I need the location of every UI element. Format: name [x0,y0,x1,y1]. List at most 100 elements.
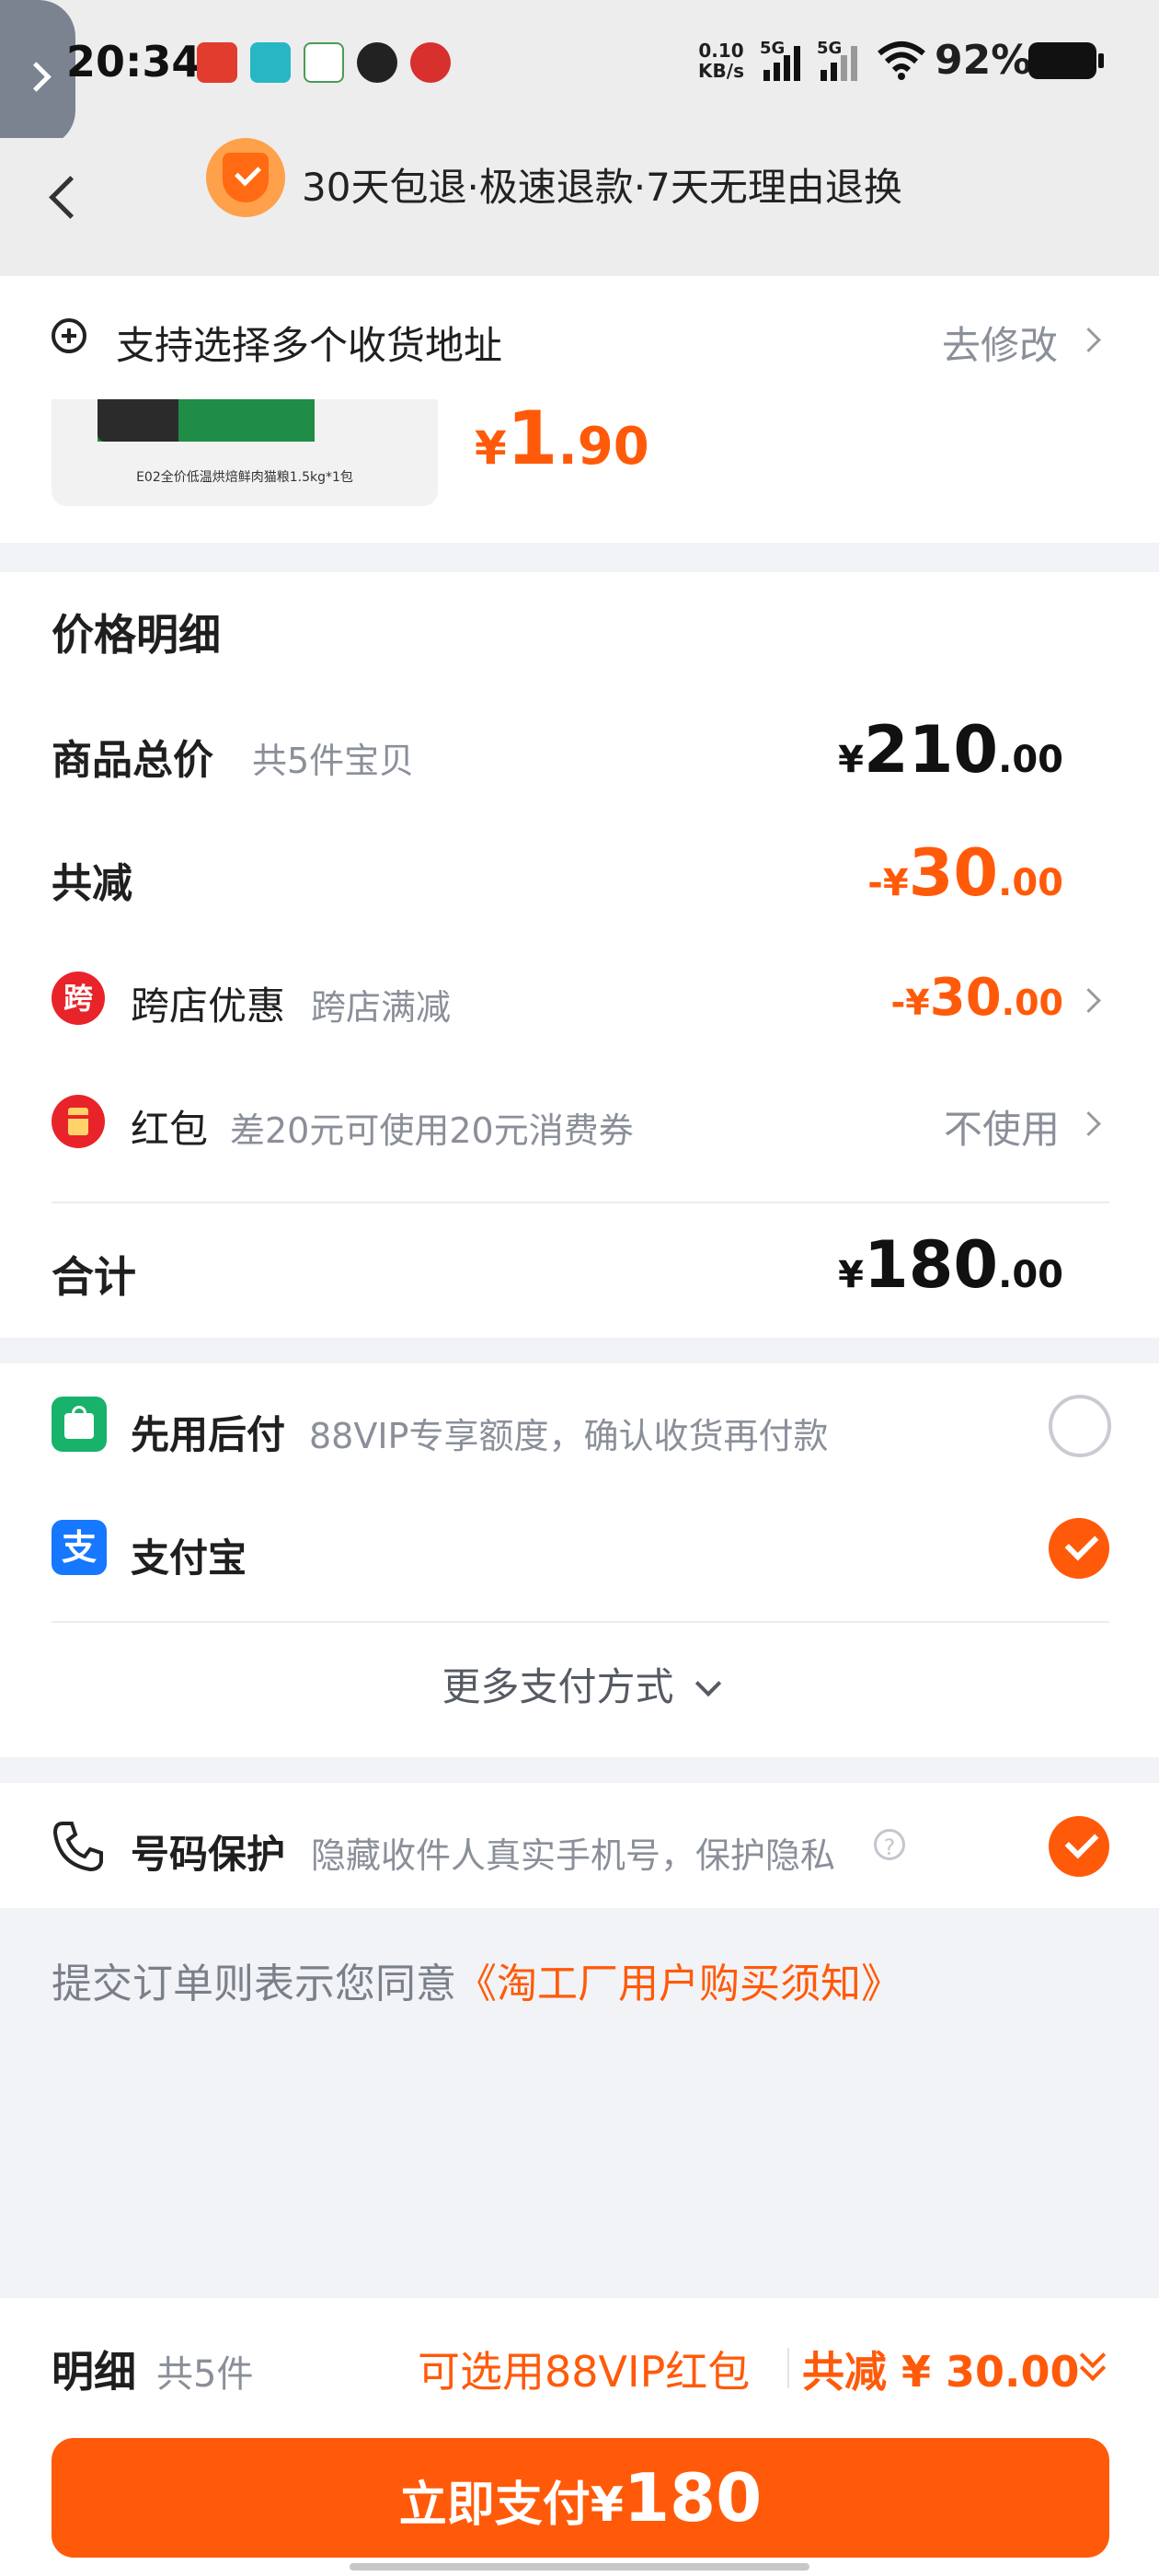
signal-bars-icon [820,46,857,81]
cross-store-int: 30 [929,968,1002,1028]
cross-store-label: 跨店优惠 [131,983,286,1029]
battery-percent: 92% [935,37,1032,84]
goods-total-dec: .00 [998,739,1063,781]
shield-check-icon [206,138,285,217]
address-product-card: 支持选择多个收货地址 去修改 E02全价低温烘焙鲜肉猫粮1.5kg*1包 ¥1.… [0,276,1159,543]
total-int: 180 [864,1227,999,1303]
chevron-right-icon [1076,328,1101,352]
product-name: E02全价低温烘焙鲜肉猫粮1.5kg*1包 [136,470,353,485]
price-detail-card: 价格明细 商品总价 共5件宝贝 ¥210.00 共减 -¥30.00 跨 跨店优… [0,572,1159,1338]
product-price-symbol: ¥ [475,421,507,475]
chevron-down-icon [694,1670,721,1697]
net-speed: 0.10 KB/s [694,40,749,81]
product-thumbnail[interactable]: E02全价低温烘焙鲜肉猫粮1.5kg*1包 [52,399,438,506]
pay-later-icon [52,1397,107,1452]
wechat-icon [357,42,397,83]
discount-label: 共减 [52,860,132,907]
redpacket-label: 红包 [131,1107,209,1152]
goods-count: 共5件宝贝 [252,741,415,781]
discount-int: 30 [908,835,999,911]
divider [52,1202,1109,1203]
app-icon-1 [197,42,237,83]
alipay-radio-checked[interactable] [1049,1518,1109,1579]
goods-total-value: ¥210.00 [838,712,1063,788]
pay-later-label: 先用后付 [131,1412,286,1457]
app-icon-2 [250,42,291,83]
wifi-icon [878,41,925,80]
discount-symbol: -¥ [867,862,909,904]
detail-label[interactable]: 明细 [52,2339,136,2399]
net-speed-unit: KB/s [698,60,744,82]
chevron-right-icon [1076,1111,1101,1136]
cross-store-symbol: -¥ [890,983,930,1023]
vip-redpacket-option[interactable]: 可选用88VIP红包 [418,2339,750,2399]
alipay-label: 支付宝 [131,1535,247,1581]
redpacket-icon [52,1095,105,1148]
pay-later-radio[interactable] [1049,1395,1111,1457]
pay-now-label: 立即支付 [398,2478,591,2533]
redpacket-row[interactable]: 红包 差20元可使用20元消费券 不使用 [0,1064,1159,1174]
cross-store-row[interactable]: 跨 跨店优惠 跨店满减 -¥30.00 [0,940,1159,1051]
cross-store-icon: 跨 [52,972,105,1025]
product-price-int: 1 [506,396,558,481]
modify-address-link[interactable]: 去修改 [942,315,1058,371]
multi-address-label: 支持选择多个收货地址 [116,323,503,368]
goods-total-symbol: ¥ [838,739,865,781]
add-circle-icon [52,318,86,353]
back-arrow-icon [49,176,92,219]
net-speed-value: 0.10 [698,40,744,62]
agreement-link[interactable]: 《淘工厂用户购买须知》 [456,1961,901,2007]
status-bar: 20:34 0.10 KB/s 5G 5G 92% [0,0,1159,147]
divider [52,1621,1109,1623]
cross-store-value: -¥30.00 [891,968,1063,1028]
total-label: 合计 [52,1252,136,1302]
detail-count: 共5件 [156,2353,254,2396]
total-value: ¥180.00 [838,1227,1063,1303]
product-price: ¥1.90 [475,396,649,481]
signal-2: 5G [817,39,868,83]
redpacket-sub: 差20元可使用20元消费券 [230,1110,634,1151]
payment-card: 先用后付 88VIP专享额度，确认收货再付款 支 支付宝 更多支付方式 [0,1363,1159,1757]
alipay-option[interactable]: 支 支付宝 [0,1487,1159,1610]
product-price-dec: .90 [557,417,649,477]
discount-value: -¥30.00 [867,835,1063,911]
agreement-text: 提交订单则表示您同意《淘工厂用户购买须知》 [52,1950,901,2009]
footer-total-discount[interactable]: 共减 ¥ 30.00 [802,2339,1080,2399]
status-time: 20:34 [66,37,201,86]
privacy-sub: 隐藏收件人真实手机号，保护隐私 [311,1835,836,1876]
redpacket-action: 不使用 [944,1107,1061,1152]
app-notification-icons [197,42,451,83]
checkout-footer: 明细 共5件 可选用88VIP红包 共减 ¥ 30.00 立即支付¥180 [0,2298,1159,2576]
battery-icon [1028,42,1096,79]
pay-now-button[interactable]: 立即支付¥180 [52,2438,1109,2558]
phone-icon [52,1822,103,1872]
more-payment-label: 更多支付方式 [442,1664,674,1709]
pay-now-symbol: ¥ [590,2478,624,2533]
pay-later-sub: 88VIP专享额度，确认收货再付款 [309,1416,829,1456]
pay-later-option[interactable]: 先用后付 88VIP专享额度，确认收货再付款 [0,1363,1159,1487]
total-symbol: ¥ [838,1254,865,1296]
back-button[interactable] [37,164,92,228]
signal-bars-icon [763,46,800,81]
price-detail-title: 价格明细 [52,610,221,660]
cross-store-dec: .00 [1001,983,1063,1023]
double-chevron-down-icon[interactable] [1074,2341,1111,2385]
discount-dec: .00 [998,862,1063,904]
help-icon[interactable]: ? [874,1829,905,1860]
more-payment-methods[interactable]: 更多支付方式 [0,1656,1159,1712]
privacy-card: 号码保护 隐藏收件人真实手机号，保护隐私 ? [0,1783,1159,1908]
app-icon-5 [410,42,451,83]
agreement-prefix: 提交订单则表示您同意 [52,1961,456,2007]
signal-1: 5G [760,39,811,83]
footer-divider [787,2348,789,2388]
total-dec: .00 [998,1254,1063,1296]
battery-tip [1098,53,1104,68]
privacy-label: 号码保护 [131,1832,286,1877]
goods-total-label: 商品总价 [52,737,213,784]
chevron-right-icon [1076,988,1101,1013]
privacy-radio-checked[interactable] [1049,1816,1109,1877]
home-indicator [350,2563,809,2570]
home-app-icon [304,42,344,83]
alipay-icon: 支 [52,1520,107,1575]
pay-now-amount: 180 [623,2459,763,2536]
